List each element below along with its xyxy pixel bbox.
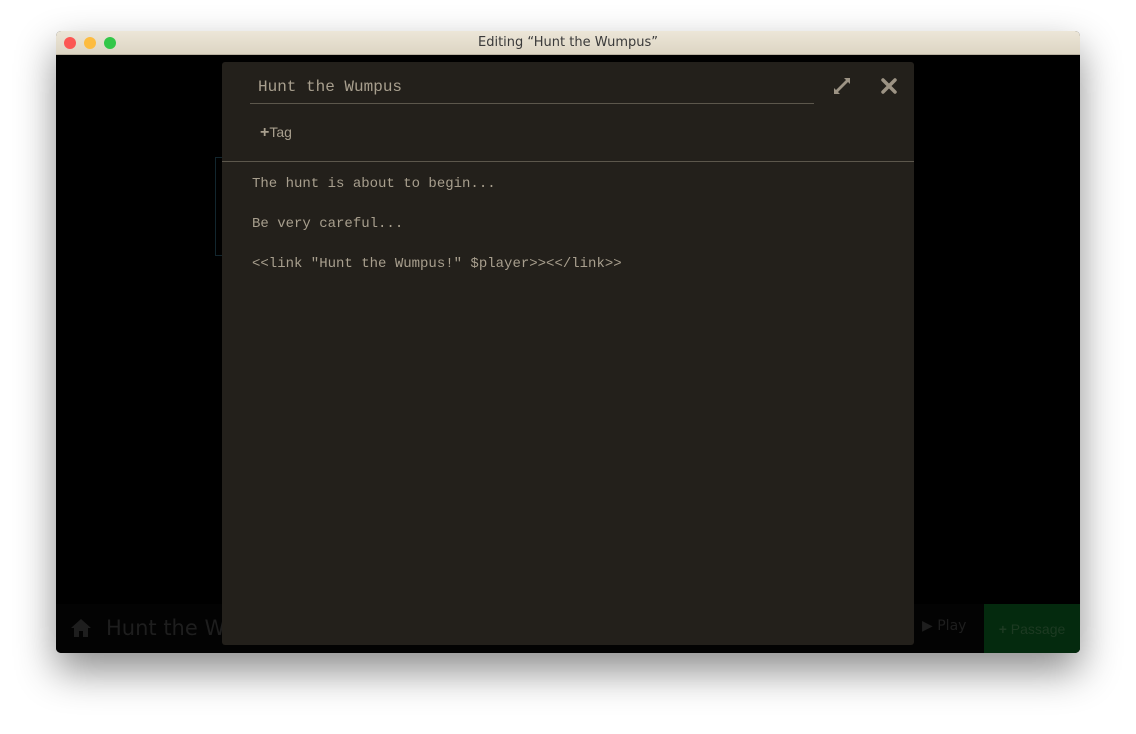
home-icon[interactable]: [70, 618, 92, 638]
play-label: Play: [937, 618, 967, 634]
play-button[interactable]: ▶ Play: [922, 618, 966, 634]
plus-icon: +: [998, 621, 1007, 637]
window-title: Editing “Hunt the Wumpus”: [478, 35, 658, 50]
story-title: Hunt the W: [106, 616, 226, 640]
passage-label: Passage: [1010, 621, 1066, 637]
add-passage-button[interactable]: + Passage: [984, 604, 1080, 653]
expand-icon[interactable]: [830, 74, 854, 98]
title-bar: Editing “Hunt the Wumpus”: [56, 31, 1080, 55]
close-icon[interactable]: [877, 74, 901, 98]
app-window: Editing “Hunt the Wumpus” Hunt the W ▶ P…: [56, 31, 1080, 653]
play-icon: ▶: [922, 618, 933, 634]
add-tag-button[interactable]: +Tag: [260, 124, 292, 142]
divider: [222, 161, 914, 162]
passage-edit-dialog: +Tag The hunt is about to begin... Be ve…: [222, 62, 914, 645]
passage-text-editor[interactable]: The hunt is about to begin... Be very ca…: [250, 172, 884, 636]
passage-name-input[interactable]: [250, 70, 814, 104]
tag-label: Tag: [269, 124, 292, 140]
plus-icon: +: [260, 124, 270, 141]
